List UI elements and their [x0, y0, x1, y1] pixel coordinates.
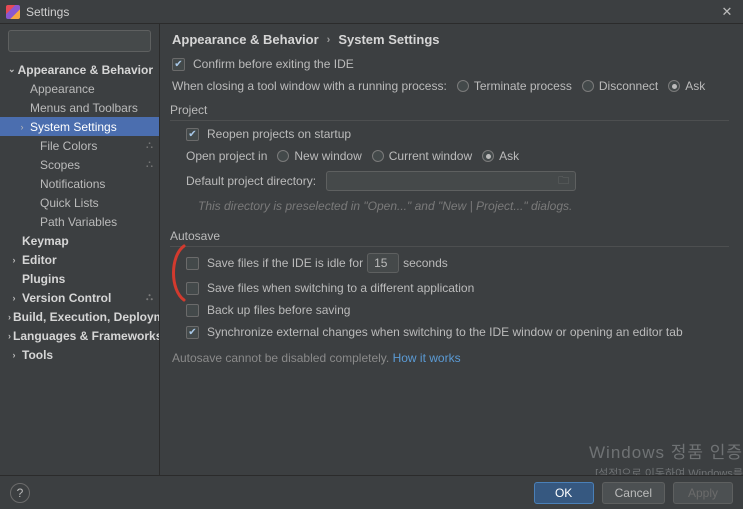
cancel-button[interactable]: Cancel [602, 482, 665, 504]
scope-tag-icon: ⛬ [146, 292, 153, 303]
terminate-radio[interactable] [457, 80, 469, 92]
sidebar-item[interactable]: ›Editor [0, 250, 159, 269]
ask-radio[interactable] [668, 80, 680, 92]
ask-label: Ask [685, 79, 705, 93]
breadcrumb: Appearance & Behavior › System Settings [172, 32, 729, 47]
default-dir-input[interactable] [326, 171, 576, 191]
reopen-label: Reopen projects on startup [207, 127, 351, 141]
disconnect-label: Disconnect [599, 79, 658, 93]
sidebar-item-label: Scopes [40, 158, 80, 172]
sidebar-item-label: Appearance [30, 82, 95, 96]
window-title: Settings [26, 5, 717, 19]
sidebar-item[interactable]: ›Build, Execution, Deployment [0, 307, 159, 326]
autosave-note: Autosave cannot be disabled completely. [172, 351, 389, 365]
project-section: Project [170, 103, 729, 121]
settings-tree: ⌄Appearance & Behavior Appearance Menus an… [0, 56, 159, 475]
close-icon[interactable]: ✕ [717, 4, 737, 20]
scope-tag-icon: ⛬ [146, 159, 153, 170]
current-window-label: Current window [389, 149, 472, 163]
app-icon [6, 5, 20, 19]
help-button[interactable]: ? [10, 483, 30, 503]
ok-button[interactable]: OK [534, 482, 594, 504]
sidebar-item[interactable]: Quick Lists [0, 193, 159, 212]
sidebar-item-label: Quick Lists [40, 196, 99, 210]
idle-post: seconds [403, 256, 448, 270]
backup-label: Back up files before saving [207, 303, 350, 317]
chevron-icon: › [8, 293, 20, 303]
open-ask-label: Ask [499, 149, 519, 163]
breadcrumb-leaf: System Settings [338, 32, 439, 47]
new-window-radio[interactable] [277, 150, 289, 162]
sidebar-item-label: Version Control [22, 291, 111, 305]
confirm-exit-label: Confirm before exiting the IDE [193, 57, 354, 71]
closing-prompt: When closing a tool window with a runnin… [172, 79, 447, 93]
sidebar-item[interactable]: File Colors ⛬ [0, 136, 159, 155]
sidebar-item-label: System Settings [30, 120, 117, 134]
sidebar-item[interactable]: ›Tools [0, 345, 159, 364]
breadcrumb-root[interactable]: Appearance & Behavior [172, 32, 319, 47]
sidebar-item-label: Editor [22, 253, 57, 267]
sidebar-item-label: Build, Execution, Deployment [13, 310, 159, 324]
switch-app-label: Save files when switching to a different… [207, 281, 474, 295]
apply-button[interactable]: Apply [673, 482, 733, 504]
dir-hint: This directory is preselected in "Open..… [198, 199, 729, 213]
how-it-works-link[interactable]: How it works [393, 351, 461, 365]
chevron-icon: › [8, 331, 11, 341]
titlebar: Settings ✕ [0, 0, 743, 24]
disconnect-radio[interactable] [582, 80, 594, 92]
sidebar-item-label: Menus and Toolbars [30, 101, 138, 115]
search-input[interactable] [8, 30, 151, 52]
sidebar-item-label: File Colors [40, 139, 97, 153]
idle-save-checkbox[interactable] [186, 257, 199, 270]
sidebar-item[interactable]: Scopes ⛬ [0, 155, 159, 174]
new-window-label: New window [294, 149, 361, 163]
sidebar-item-label: Languages & Frameworks [13, 329, 159, 343]
current-window-radio[interactable] [372, 150, 384, 162]
idle-seconds-input[interactable] [367, 253, 399, 273]
scope-tag-icon: ⛬ [146, 140, 153, 151]
open-in-prompt: Open project in [186, 149, 267, 163]
sidebar-item-label: Path Variables [40, 215, 117, 229]
chevron-icon: ⌄ [8, 64, 16, 75]
sidebar-item-label: Appearance & Behavior [18, 63, 153, 77]
idle-pre: Save files if the IDE is idle for [207, 256, 363, 270]
sidebar-item[interactable]: ›Version Control ⛬ [0, 288, 159, 307]
sidebar-item-selected[interactable]: ›System Settings [0, 117, 159, 136]
terminate-label: Terminate process [474, 79, 572, 93]
chevron-icon: › [8, 350, 20, 360]
sidebar-item[interactable]: ›Languages & Frameworks [0, 326, 159, 345]
autosave-section: Autosave [170, 229, 729, 247]
chevron-icon: › [8, 255, 20, 265]
confirm-exit-checkbox[interactable] [172, 58, 185, 71]
sync-checkbox[interactable] [186, 326, 199, 339]
sidebar-item-label: Notifications [40, 177, 105, 191]
sidebar-item[interactable]: Appearance [0, 79, 159, 98]
switch-app-checkbox[interactable] [186, 282, 199, 295]
chevron-icon: › [8, 312, 11, 322]
reopen-checkbox[interactable] [186, 128, 199, 141]
sidebar-item[interactable]: Menus and Toolbars [0, 98, 159, 117]
default-dir-label: Default project directory: [186, 174, 316, 188]
sidebar: Q⁻ ⌄Appearance & BehaviorAppearanceMenus… [0, 24, 160, 475]
sidebar-item[interactable]: ⌄Appearance & Behavior [0, 60, 159, 79]
sync-label: Synchronize external changes when switch… [207, 325, 683, 339]
bottom-bar: ? OK Cancel Apply [0, 475, 743, 509]
backup-checkbox[interactable] [186, 304, 199, 317]
settings-content: Appearance & Behavior › System Settings … [160, 24, 743, 475]
sidebar-item[interactable]: Notifications [0, 174, 159, 193]
chevron-icon: › [16, 122, 28, 132]
sidebar-item-label: Plugins [22, 272, 65, 286]
sidebar-item[interactable]: Plugins [0, 269, 159, 288]
open-ask-radio[interactable] [482, 150, 494, 162]
chevron-right-icon: › [327, 34, 331, 46]
sidebar-item[interactable]: Keymap [0, 231, 159, 250]
sidebar-item-label: Keymap [22, 234, 69, 248]
sidebar-item[interactable]: Path Variables [0, 212, 159, 231]
sidebar-item-label: Tools [22, 348, 53, 362]
